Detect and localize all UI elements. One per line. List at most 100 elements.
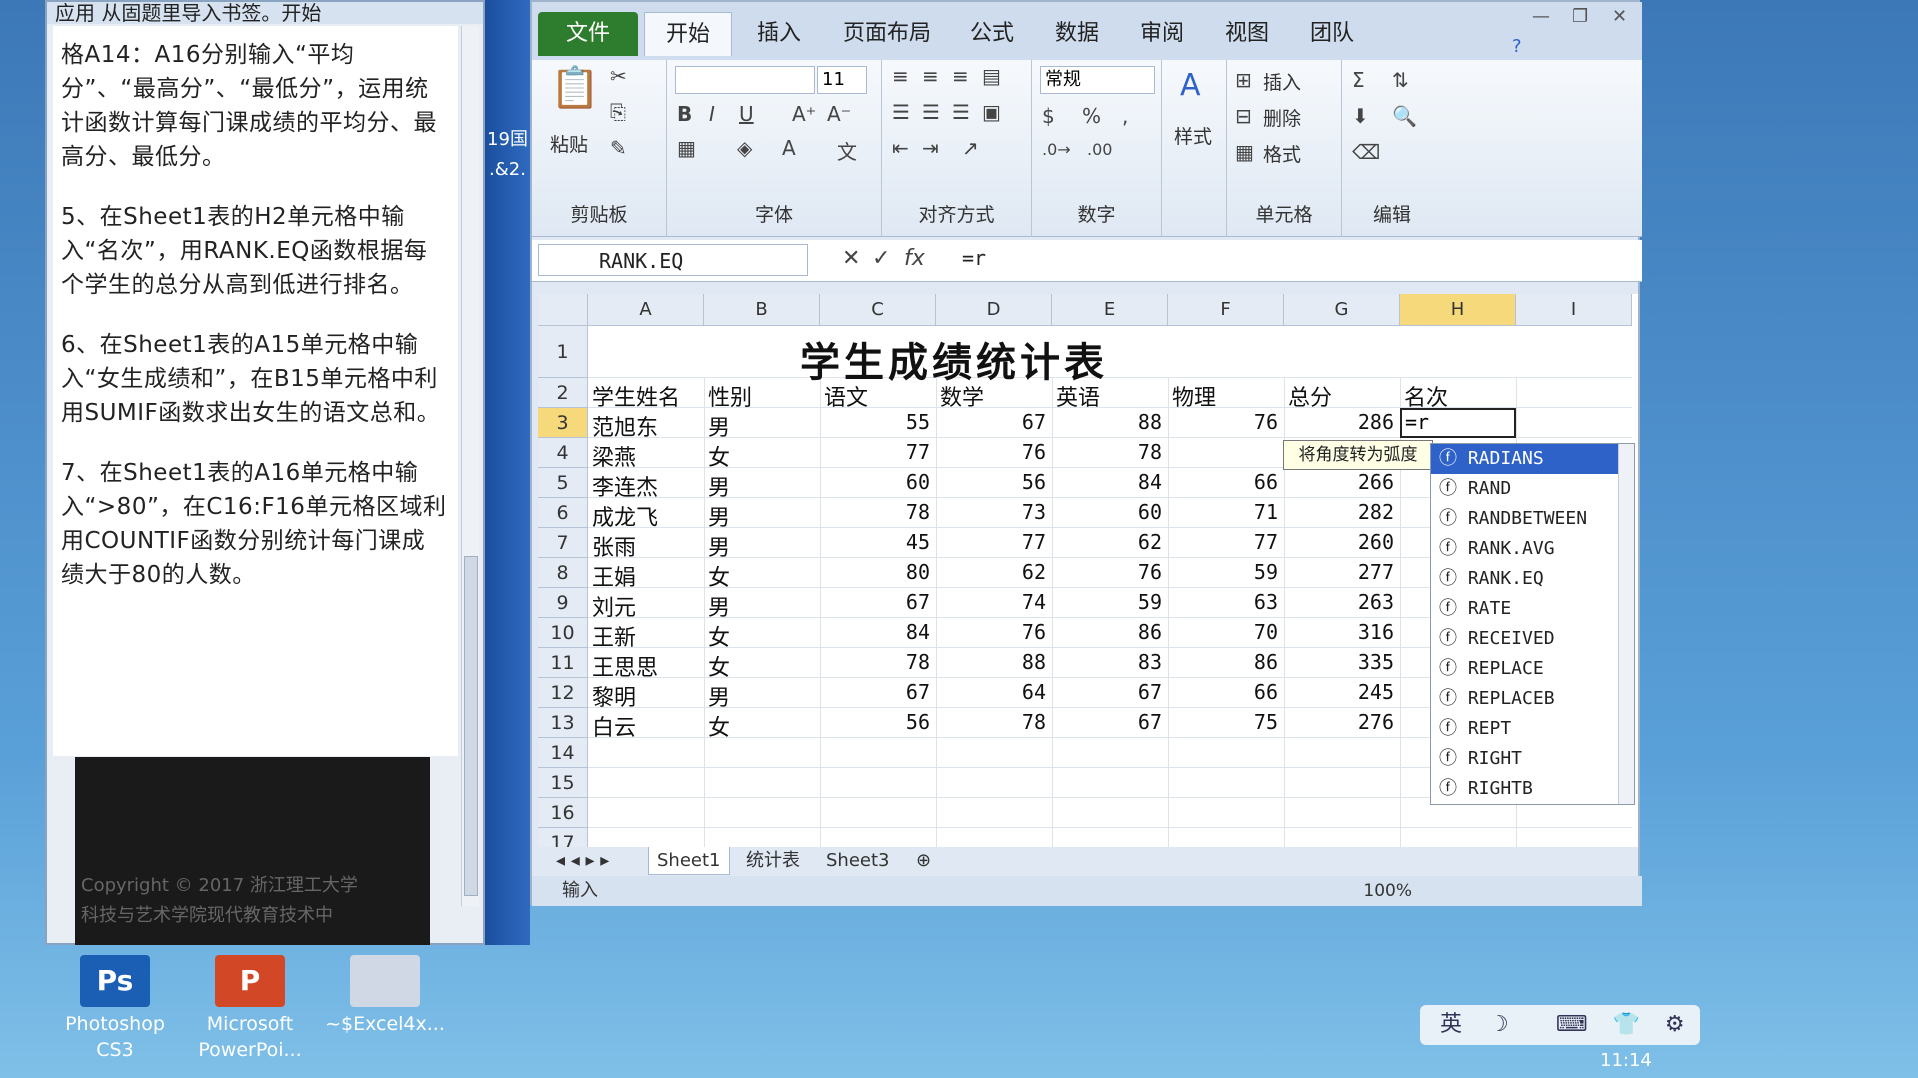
row-header[interactable]: 11 [538,648,588,678]
row-header[interactable]: 6 [538,498,588,528]
currency-icon[interactable]: $ [1042,104,1055,128]
row-header[interactable]: 5 [538,468,588,498]
sheet-nav-icon[interactable]: ◂ ◂ ▸ ▸ [548,847,617,875]
autocomplete-item[interactable]: ⓕ RANK.AVG [1431,534,1634,564]
row-header[interactable]: 13 [538,708,588,738]
moon-icon[interactable]: ☽ [1489,1012,1509,1037]
row-header[interactable]: 14 [538,738,588,768]
row-header[interactable]: 1 [538,326,588,378]
data-cell[interactable]: 78 [936,710,1046,734]
name-box[interactable]: RANK.EQ [538,244,808,276]
header-cell[interactable]: 物理 [1172,380,1216,412]
autocomplete-item[interactable]: ⓕ REPT [1431,714,1634,744]
new-sheet-icon[interactable]: ⊕ [908,847,939,875]
merge-icon[interactable]: ▣ [982,100,1001,124]
data-cell[interactable]: 67 [820,590,930,614]
data-cell[interactable]: 男 [708,680,730,712]
autosum-icon[interactable]: Σ [1352,68,1365,92]
data-cell[interactable]: 88 [1052,410,1162,434]
data-cell[interactable]: 女 [708,650,730,682]
row-header[interactable]: 12 [538,678,588,708]
header-cell[interactable]: 语文 [824,380,868,412]
data-cell[interactable]: 245 [1284,680,1394,704]
data-cell[interactable]: 张雨 [592,530,636,562]
shirt-icon[interactable]: 👕 [1613,1012,1640,1037]
delete-cells-button[interactable]: 删除 [1263,104,1301,131]
data-cell[interactable]: 李连杰 [592,470,658,502]
active-cell[interactable]: =r [1400,408,1516,438]
close-icon[interactable]: ✕ [1612,6,1627,27]
data-cell[interactable]: 45 [820,530,930,554]
column-header[interactable]: C [820,294,936,326]
data-cell[interactable]: 60 [820,470,930,494]
autocomplete-item[interactable]: ⓕ RADIANS [1431,444,1634,474]
sheet-tab-sheet3[interactable]: Sheet3 [818,847,898,875]
align-center-icon[interactable]: ☰ [922,100,940,124]
data-cell[interactable]: 55 [820,410,930,434]
data-cell[interactable]: 66 [1168,680,1278,704]
row-header[interactable]: 3 [538,408,588,438]
data-cell[interactable]: 71 [1168,500,1278,524]
data-cell[interactable]: 76 [1052,560,1162,584]
data-cell[interactable]: 86 [1168,650,1278,674]
align-bottom-icon[interactable]: ≡ [952,64,969,88]
data-cell[interactable]: 59 [1168,560,1278,584]
minimize-icon[interactable]: — [1532,6,1550,27]
find-icon[interactable]: 🔍 [1392,104,1417,128]
desktop-icon-powerpoint[interactable]: P Microsoft PowerPoi... [190,955,310,1063]
desktop-icon-photoshop[interactable]: Ps Photoshop CS3 [55,955,175,1063]
data-cell[interactable]: 梁燕 [592,440,636,472]
data-cell[interactable]: 83 [1052,650,1162,674]
row-header[interactable]: 7 [538,528,588,558]
font-color-icon[interactable]: A [782,136,796,160]
data-cell[interactable]: 男 [708,410,730,442]
data-cell[interactable]: 王娟 [592,560,636,592]
settings-icon[interactable]: ⚙ [1665,1012,1685,1037]
data-cell[interactable]: 女 [708,440,730,472]
zoom-level[interactable]: 100% [1363,876,1412,906]
data-cell[interactable]: 白云 [592,710,636,742]
sheet-tab-stats[interactable]: 统计表 [738,847,808,875]
paste-button[interactable]: 粘贴 [550,130,588,157]
column-header[interactable]: H [1400,294,1516,326]
indent-decrease-icon[interactable]: ⇤ [892,136,909,160]
data-cell[interactable]: 78 [820,650,930,674]
data-cell[interactable]: 60 [1052,500,1162,524]
indent-increase-icon[interactable]: ⇥ [922,136,939,160]
data-cell[interactable]: 黎明 [592,680,636,712]
data-cell[interactable]: 84 [1052,470,1162,494]
orientation-icon[interactable]: ↗ [962,136,979,160]
copy-icon[interactable]: ⎘ [610,100,626,124]
data-cell[interactable]: 70 [1168,620,1278,644]
insert-function-icon[interactable]: fx [904,246,925,271]
sheet-tab-sheet1[interactable]: Sheet1 [648,847,730,875]
underline-icon[interactable]: U [739,102,754,126]
column-header[interactable]: G [1284,294,1400,326]
ime-mode[interactable]: 英 [1440,1012,1462,1037]
tab-formulas[interactable]: 公式 [957,12,1027,56]
data-cell[interactable]: 王思思 [592,650,658,682]
cut-icon[interactable]: ✂ [610,64,627,88]
data-cell[interactable]: 260 [1284,530,1394,554]
align-left-icon[interactable]: ☰ [892,100,910,124]
data-cell[interactable]: 男 [708,590,730,622]
column-header[interactable]: F [1168,294,1284,326]
document-scrollbar[interactable] [461,26,479,906]
data-cell[interactable]: 64 [936,680,1046,704]
number-format-select[interactable]: 常规 [1040,66,1155,94]
cancel-icon[interactable]: ✕ [842,246,860,271]
data-cell[interactable]: 277 [1284,560,1394,584]
shrink-font-icon[interactable]: A⁻ [827,102,851,126]
autocomplete-item[interactable]: ⓕ RECEIVED [1431,624,1634,654]
data-cell[interactable]: 335 [1284,650,1394,674]
data-cell[interactable]: 女 [708,560,730,592]
data-cell[interactable]: 男 [708,470,730,502]
data-cell[interactable]: 67 [1052,710,1162,734]
border-icon[interactable]: ▦ [677,136,696,160]
data-cell[interactable]: 成龙飞 [592,500,658,532]
data-cell[interactable]: 263 [1284,590,1394,614]
data-cell[interactable]: 84 [820,620,930,644]
data-cell[interactable]: 59 [1052,590,1162,614]
data-cell[interactable]: 56 [936,470,1046,494]
clear-icon[interactable]: ⌫ [1352,140,1380,164]
